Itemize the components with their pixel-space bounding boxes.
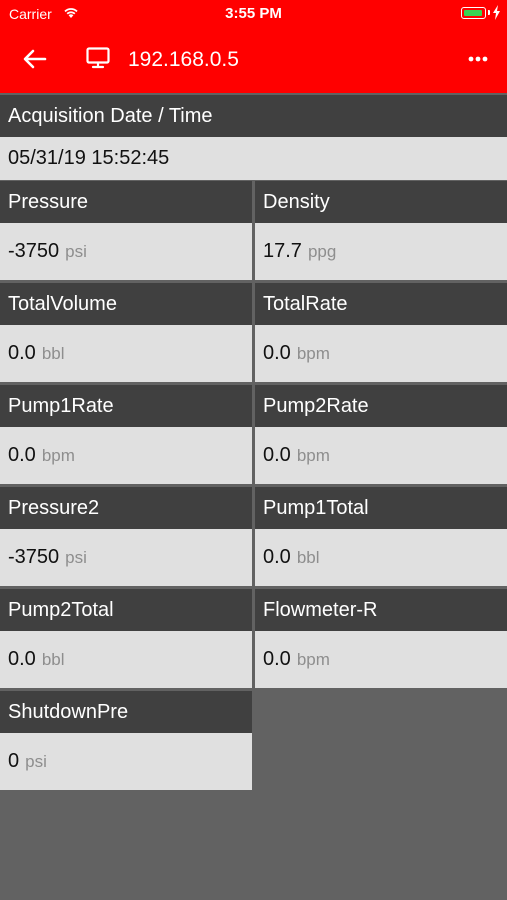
battery-icon xyxy=(461,7,486,19)
reading-value: -3750 xyxy=(8,546,60,568)
reading-card: Pressure -3750 psi xyxy=(0,181,252,280)
reading-value-box: 0.0 bbl xyxy=(255,529,507,586)
reading-card: TotalRate 0.0 bpm xyxy=(255,283,507,382)
reading-card: Density 17.7 ppg xyxy=(255,181,507,280)
back-arrow-icon[interactable] xyxy=(20,44,50,74)
reading-label: Flowmeter-R xyxy=(255,589,507,631)
reading-value-box: 0.0 bbl xyxy=(0,631,252,688)
reading-unit: bpm xyxy=(296,650,330,669)
reading-label: Pressure2 xyxy=(0,487,252,529)
reading-value-box: 0 psi xyxy=(0,733,252,790)
reading-label: Pump2Rate xyxy=(255,385,507,427)
reading-card: Pump1Rate 0.0 bpm xyxy=(0,385,252,484)
app-header: Carrier 3:55 PM 192.168.0.5 xyxy=(0,0,507,93)
reading-value: 17.7 xyxy=(263,240,302,262)
reading-unit: ppg xyxy=(307,242,337,261)
reading-unit: psi xyxy=(25,752,47,771)
reading-card: Pump1Total 0.0 bbl xyxy=(255,487,507,586)
reading-unit: bpm xyxy=(296,344,330,363)
reading-value-box: 0.0 bpm xyxy=(255,325,507,382)
page-title: 192.168.0.5 xyxy=(128,48,239,71)
reading-value: 0.0 xyxy=(263,648,291,670)
acquisition-section: Acquisition Date / Time 05/31/19 15:52:4… xyxy=(0,95,507,180)
reading-unit: bpm xyxy=(296,446,330,465)
reading-value: 0.0 xyxy=(8,648,36,670)
reading-unit: psi xyxy=(65,548,87,567)
reading-value-box: 0.0 bbl xyxy=(0,325,252,382)
reading-value: 0.0 xyxy=(263,546,291,568)
status-bar: Carrier 3:55 PM xyxy=(0,0,507,28)
reading-unit: bbl xyxy=(41,650,65,669)
reading-card: Pump2Rate 0.0 bpm xyxy=(255,385,507,484)
reading-value: 0.0 xyxy=(263,342,291,364)
reading-label: Pump1Total xyxy=(255,487,507,529)
monitor-icon xyxy=(86,47,110,69)
acquisition-label: Acquisition Date / Time xyxy=(0,95,507,137)
reading-value: -3750 xyxy=(8,240,60,262)
reading-label: TotalRate xyxy=(255,283,507,325)
reading-label: TotalVolume xyxy=(0,283,252,325)
reading-card: Pump2Total 0.0 bbl xyxy=(0,589,252,688)
reading-unit: psi xyxy=(65,242,87,261)
reading-value-box: 0.0 bpm xyxy=(255,427,507,484)
reading-label: ShutdownPre xyxy=(0,691,252,733)
reading-card: Pressure2 -3750 psi xyxy=(0,487,252,586)
reading-card: Flowmeter-R 0.0 bpm xyxy=(255,589,507,688)
reading-value-box: 0.0 bpm xyxy=(255,631,507,688)
reading-unit: bbl xyxy=(296,548,320,567)
reading-card: ShutdownPre 0 psi xyxy=(0,691,252,790)
reading-value: 0.0 xyxy=(263,444,291,466)
status-time: 3:55 PM xyxy=(225,5,282,22)
reading-label: Density xyxy=(255,181,507,223)
charging-bolt-icon xyxy=(493,5,500,20)
reading-value: 0.0 xyxy=(8,342,36,364)
reading-unit: bbl xyxy=(41,344,65,363)
battery-nub xyxy=(488,10,490,15)
reading-label: Pump1Rate xyxy=(0,385,252,427)
reading-card: TotalVolume 0.0 bbl xyxy=(0,283,252,382)
reading-label: Pressure xyxy=(0,181,252,223)
reading-value-box: -3750 psi xyxy=(0,529,252,586)
reading-value-box: 17.7 ppg xyxy=(255,223,507,280)
reading-label: Pump2Total xyxy=(0,589,252,631)
more-horizontal-icon[interactable] xyxy=(463,48,493,70)
reading-value-box: 0.0 bpm xyxy=(0,427,252,484)
reading-value: 0.0 xyxy=(8,444,36,466)
reading-value: 0 xyxy=(8,750,20,772)
reading-value-box: -3750 psi xyxy=(0,223,252,280)
acquisition-value: 05/31/19 15:52:45 xyxy=(0,137,507,180)
reading-unit: bpm xyxy=(41,446,75,465)
